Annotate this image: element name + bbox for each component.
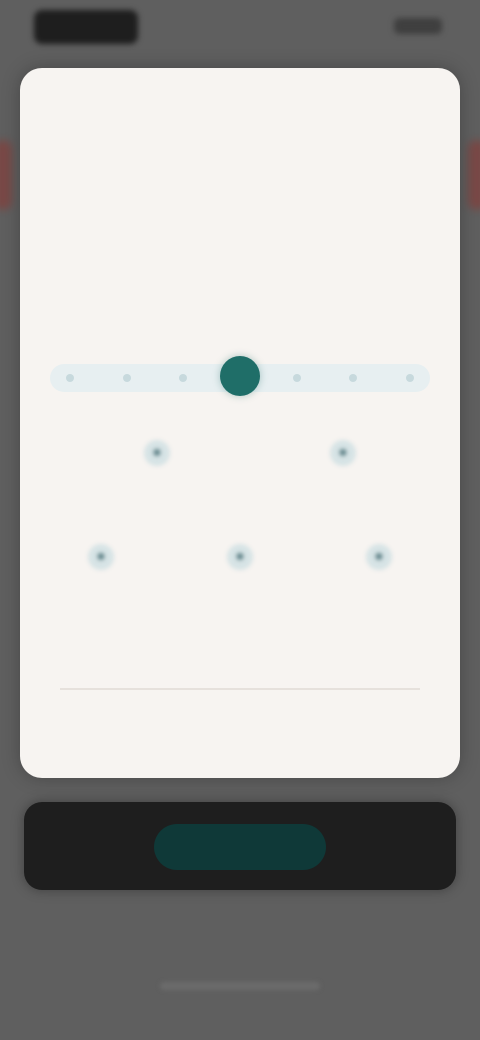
navigation-bar <box>0 944 480 1040</box>
home-indicator[interactable] <box>160 982 320 990</box>
status-clock <box>34 10 138 44</box>
option-5[interactable]: ● <box>304 544 454 582</box>
circle-icon: ● <box>144 440 170 466</box>
background-card-edge-left <box>0 140 12 210</box>
circle-icon: ● <box>330 440 356 466</box>
action-bar <box>24 802 456 890</box>
option-2[interactable]: ● <box>268 440 418 478</box>
circle-icon: ● <box>366 544 392 570</box>
status-bar <box>0 0 480 56</box>
divider <box>60 688 420 690</box>
dialog: ● ● ● ● ● <box>20 68 460 778</box>
circle-icon: ● <box>227 544 253 570</box>
background-card-edge-right <box>468 140 480 210</box>
slider-tick[interactable] <box>122 374 131 382</box>
circle-icon: ● <box>88 544 114 570</box>
slider-tick[interactable] <box>66 374 74 382</box>
slider-tick[interactable] <box>406 374 414 382</box>
option-1[interactable]: ● <box>82 440 232 478</box>
status-icons <box>394 18 442 34</box>
slider-tick[interactable] <box>292 374 301 382</box>
primary-button[interactable] <box>154 824 326 870</box>
option-4[interactable]: ● <box>165 544 315 582</box>
slider-thumb[interactable] <box>220 356 260 396</box>
option-3[interactable]: ● <box>26 544 176 582</box>
